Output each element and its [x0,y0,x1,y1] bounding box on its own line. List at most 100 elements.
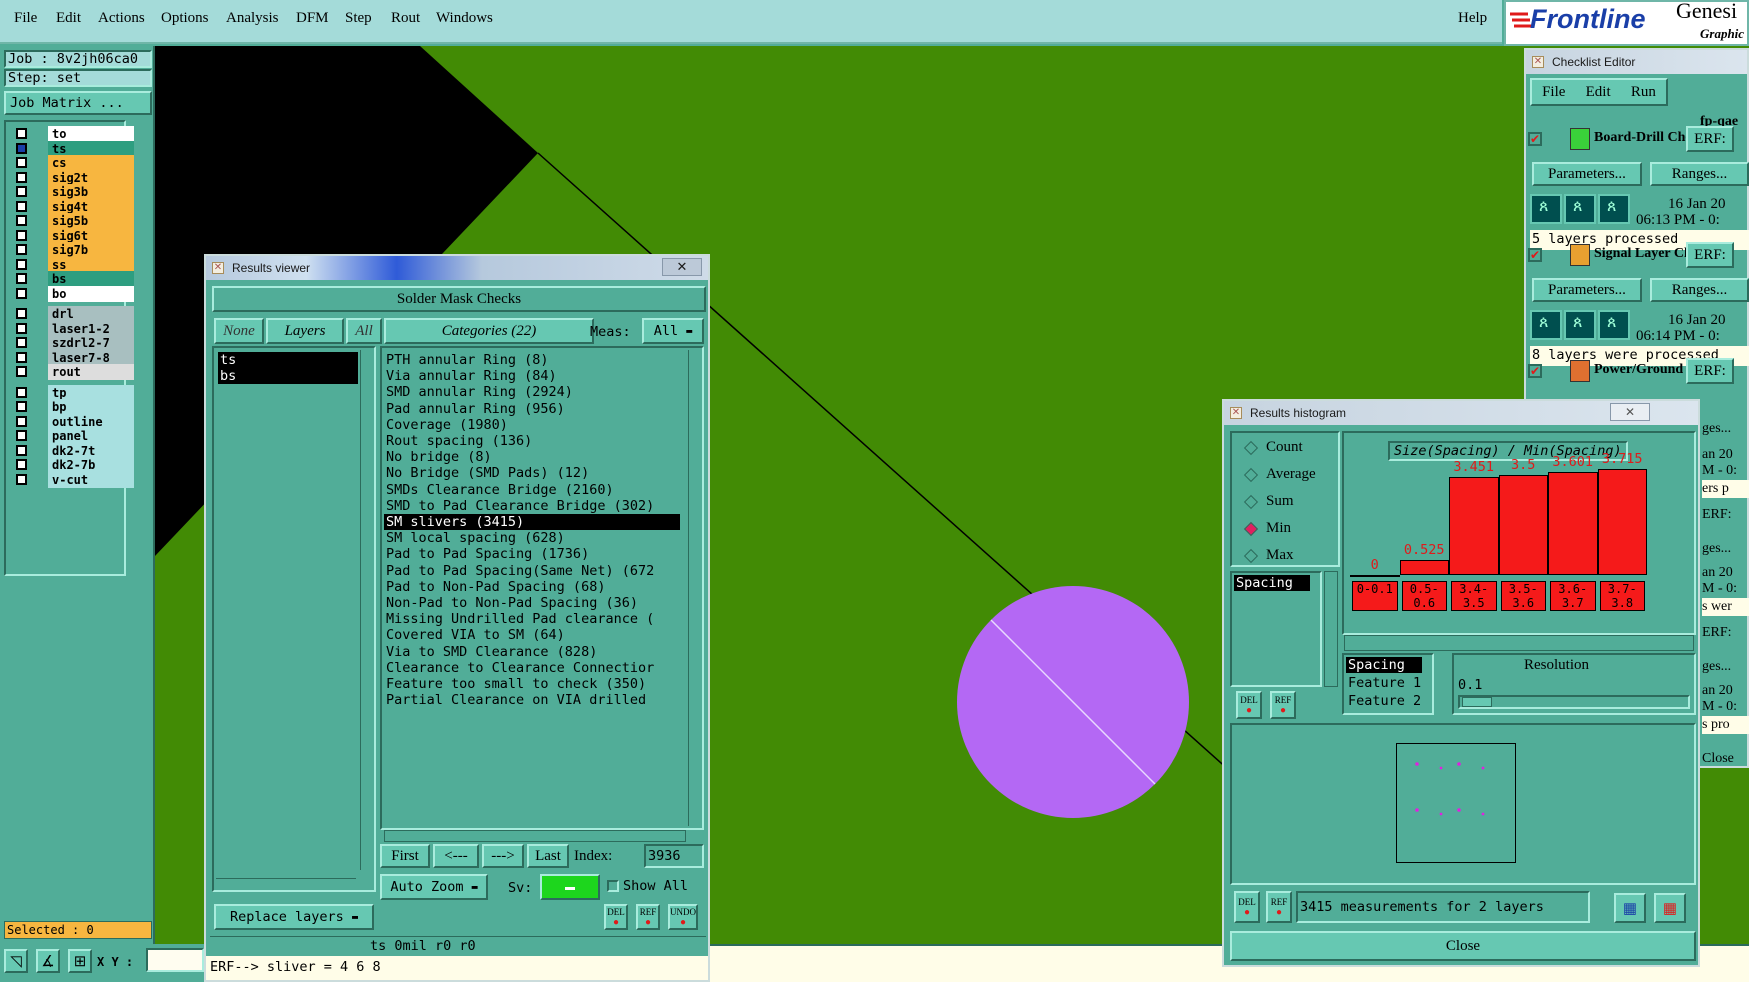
layer-checkbox[interactable] [16,215,27,226]
category-item[interactable]: Partial Clearance on VIA drilled [384,692,680,708]
feature-list-item[interactable]: Feature 2 [1346,693,1421,709]
category-item[interactable]: Via to SMD Clearance (828) [384,644,680,660]
index-input[interactable]: 3936 [644,844,704,868]
category-item[interactable]: Coverage (1980) [384,417,680,433]
histogram-bar[interactable] [1449,476,1499,575]
layer-checkbox[interactable] [16,444,27,456]
count-radio[interactable]: Count [1243,439,1303,456]
resolution-slider[interactable] [1458,695,1690,709]
category-item[interactable]: Pad to Pad Spacing(Same Net) (672 [384,563,680,579]
undo-button[interactable]: UNDO ● [668,904,698,930]
layers-scrollbar[interactable] [360,350,372,870]
category-item[interactable]: Covered VIA to SM (64) [384,627,680,643]
sv-dropdown[interactable]: ▬ [540,874,600,900]
parameters-button[interactable]: Parameters... [1532,162,1642,186]
snap-tool-icon[interactable]: ◹ [4,949,28,973]
export-chart-icon[interactable]: ▦ [1614,893,1646,923]
layer-checkbox[interactable] [16,244,27,255]
category-item[interactable]: SMDs Clearance Bridge (2160) [384,482,680,498]
histogram-bin-label[interactable]: 0-0.1 [1352,581,1398,611]
parameters-button[interactable]: Parameters... [1532,278,1642,302]
histogram-bin-label[interactable]: 3.7-3.8 [1599,581,1645,611]
histogram-bar[interactable] [1597,469,1647,575]
del-button[interactable]: DEL ● [604,904,628,930]
category-item[interactable]: Pad to Non-Pad Spacing (68) [384,579,680,595]
layer-checkbox[interactable] [16,473,27,485]
layer-name[interactable]: rout [48,364,134,380]
histogram-close-button[interactable]: Close [1230,931,1696,961]
ranges-button[interactable]: Ranges... [1650,278,1749,302]
histogram-bin-label[interactable]: 3.4-3.5 [1451,581,1497,611]
run-all-icon[interactable]: ጰ [1598,310,1630,340]
print-chart-icon[interactable]: ▦ [1654,893,1686,923]
xy-input[interactable] [146,948,204,972]
category-item[interactable]: Rout spacing (136) [384,433,680,449]
layer-checkbox[interactable] [16,186,27,197]
run-check-icon[interactable]: ጰ [1530,310,1562,340]
layer-list-item[interactable]: ts [218,352,358,368]
layer-checkbox[interactable] [16,366,27,377]
grid-tool-icon[interactable]: ⊞ [68,949,92,973]
check-enable-checkbox[interactable]: ✔ [1528,132,1542,146]
last-button[interactable]: Last [527,844,569,868]
layer-row-rout[interactable]: rout [12,364,134,380]
histogram-hscrollbar[interactable] [1344,635,1694,651]
category-item[interactable]: SM slivers (3415) [384,514,680,530]
ref-button[interactable]: REF ● [1270,691,1296,719]
layer-checkbox[interactable] [16,287,27,299]
histogram-bar[interactable] [1350,575,1400,577]
layer-checkbox[interactable] [16,157,27,168]
sum-radio[interactable]: Sum [1243,493,1294,510]
layer-checkbox[interactable] [16,171,27,183]
layer-checkbox[interactable] [16,415,27,427]
show-all-checkbox[interactable] [607,880,619,892]
check-name[interactable]: Signal Layer Ch [1594,246,1692,262]
layer-checkbox[interactable] [16,430,27,441]
layer-checkbox[interactable] [16,200,27,212]
layers-hscrollbar[interactable] [216,878,356,888]
menu-file[interactable]: File [14,10,37,27]
layer-checkbox[interactable] [16,386,27,398]
replace-layers-dropdown[interactable]: Replace layers ▬ [214,904,374,930]
feature-list-item[interactable]: Feature 1 [1346,675,1421,691]
layer-row-v-cut[interactable]: v-cut [12,471,134,488]
feature-list-item[interactable]: Spacing [1346,657,1422,673]
category-item[interactable]: No bridge (8) [384,449,680,465]
ref-button[interactable]: REF ● [636,904,660,930]
run-check-icon[interactable]: ጰ [1530,194,1562,224]
checklist-menu-file[interactable]: File [1542,84,1565,101]
layer-checkbox[interactable] [16,351,27,363]
menu-windows[interactable]: Windows [436,10,493,27]
average-radio[interactable]: Average [1243,466,1316,483]
menu-options[interactable]: Options [161,10,209,27]
run-all-icon[interactable]: ጰ [1598,194,1630,224]
layer-row-bo[interactable]: bo [12,285,134,302]
category-item[interactable]: SMD annular Ring (2924) [384,384,680,400]
all-button[interactable]: All [346,318,382,344]
category-item[interactable]: Pad to Pad Spacing (1736) [384,546,680,562]
category-item[interactable]: PTH annular Ring (8) [384,352,680,368]
category-item[interactable]: Non-Pad to Non-Pad Spacing (36) [384,595,680,611]
min-radio[interactable]: Min [1243,520,1291,537]
categories-button[interactable]: Categories (22) [384,318,594,344]
check-enable-checkbox[interactable]: ✔ [1528,364,1542,378]
del-button[interactable]: DEL ● [1234,891,1260,923]
prev-button[interactable]: <--- [433,844,479,868]
check-name[interactable]: Power/Ground C [1594,362,1697,378]
layer-name[interactable]: bo [48,285,134,302]
categories-hscrollbar[interactable] [384,830,686,842]
menu-analysis[interactable]: Analysis [226,10,279,27]
measure-tool-icon[interactable]: ∡ [36,949,60,973]
layers-button[interactable]: Layers [266,318,344,344]
layer-name[interactable]: v-cut [48,471,134,488]
check-erf-button[interactable]: ERF: [1686,242,1734,268]
check-name[interactable]: Board-Drill Che [1594,130,1692,146]
measure-list-item[interactable]: Spacing [1234,575,1310,591]
layer-checkbox[interactable] [16,142,27,154]
menu-edit[interactable]: Edit [56,10,81,27]
layer-checkbox[interactable] [16,337,27,348]
resolution-slider-handle[interactable] [1462,697,1492,707]
ref-button[interactable]: REF ● [1266,891,1292,923]
menu-help[interactable]: Help [1458,10,1487,27]
first-button[interactable]: First [380,844,430,868]
